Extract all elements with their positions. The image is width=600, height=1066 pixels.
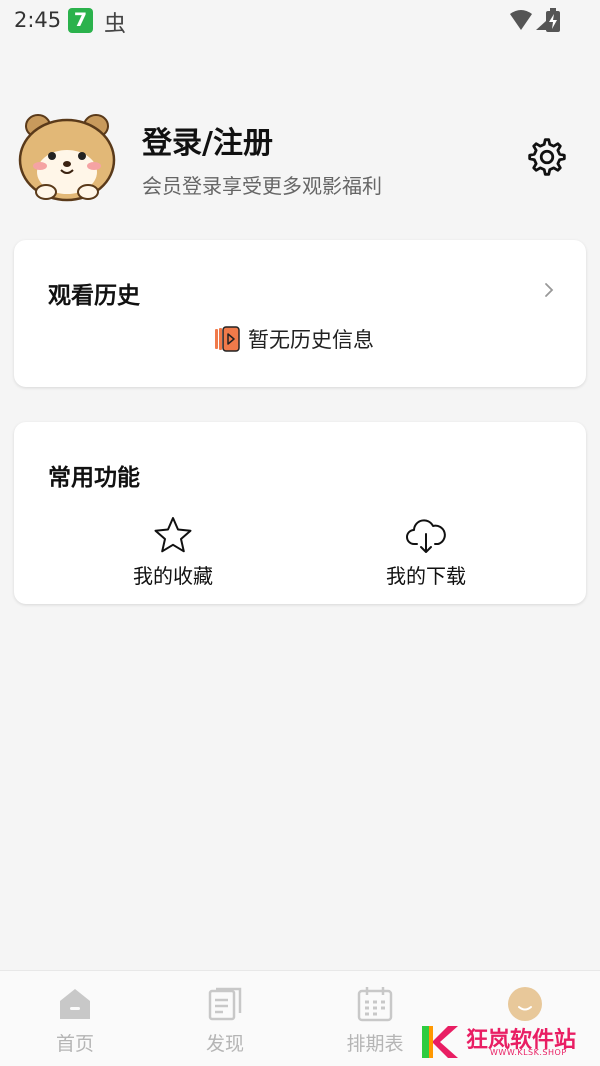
my-downloads-label: 我的下载 [386,564,466,588]
hamster-avatar-icon [18,114,116,202]
history-empty-text: 暂无历史信息 [248,328,374,352]
watermark-subtext: WWW.KLSK.SHOP [490,1048,567,1057]
my-downloads-button[interactable]: 我的下载 [356,514,496,594]
watch-history-card[interactable]: 观看历史 暂无历史信息 [14,240,586,387]
app-badge-icon: 7 [68,8,93,33]
my-favorites-button[interactable]: 我的收藏 [103,514,243,594]
gear-icon [528,138,566,176]
star-icon [154,517,192,553]
my-favorites-label: 我的收藏 [133,564,213,588]
discover-icon [208,987,242,1021]
nav-home-label: 首页 [55,1033,94,1055]
nav-schedule-label: 排期表 [346,1033,404,1055]
common-features-title: 常用功能 [48,465,140,491]
klsk-logo-icon [422,1026,458,1058]
nav-home[interactable]: 首页 [25,985,125,1057]
login-register-title[interactable]: 登录/注册 [142,118,273,162]
status-bar: 2:45 7 虫 [0,0,600,44]
avatar[interactable] [16,108,118,204]
calendar-icon [357,987,393,1022]
watch-history-title: 观看历史 [48,283,140,309]
status-time: 2:45 [14,8,62,32]
common-features-card: 常用功能 我的收藏 我的下载 [14,422,586,604]
watermark-logo: 狂岚软件站 WWW.KLSK.SHOP [420,1018,596,1062]
bug-icon: 虫 [104,12,127,37]
settings-button[interactable] [526,136,568,178]
history-empty-state: 暂无历史信息 [214,325,374,353]
chevron-right-icon[interactable] [542,280,556,300]
nav-discover[interactable]: 发现 [175,985,275,1057]
battery-charging-icon [546,8,560,32]
cloud-download-icon [406,519,446,553]
nav-discover-label: 发现 [205,1033,244,1055]
nav-schedule[interactable]: 排期表 [325,985,425,1057]
play-book-icon [215,326,240,352]
home-icon [60,989,90,1019]
login-subtitle: 会员登录享受更多观影福利 [142,174,382,198]
